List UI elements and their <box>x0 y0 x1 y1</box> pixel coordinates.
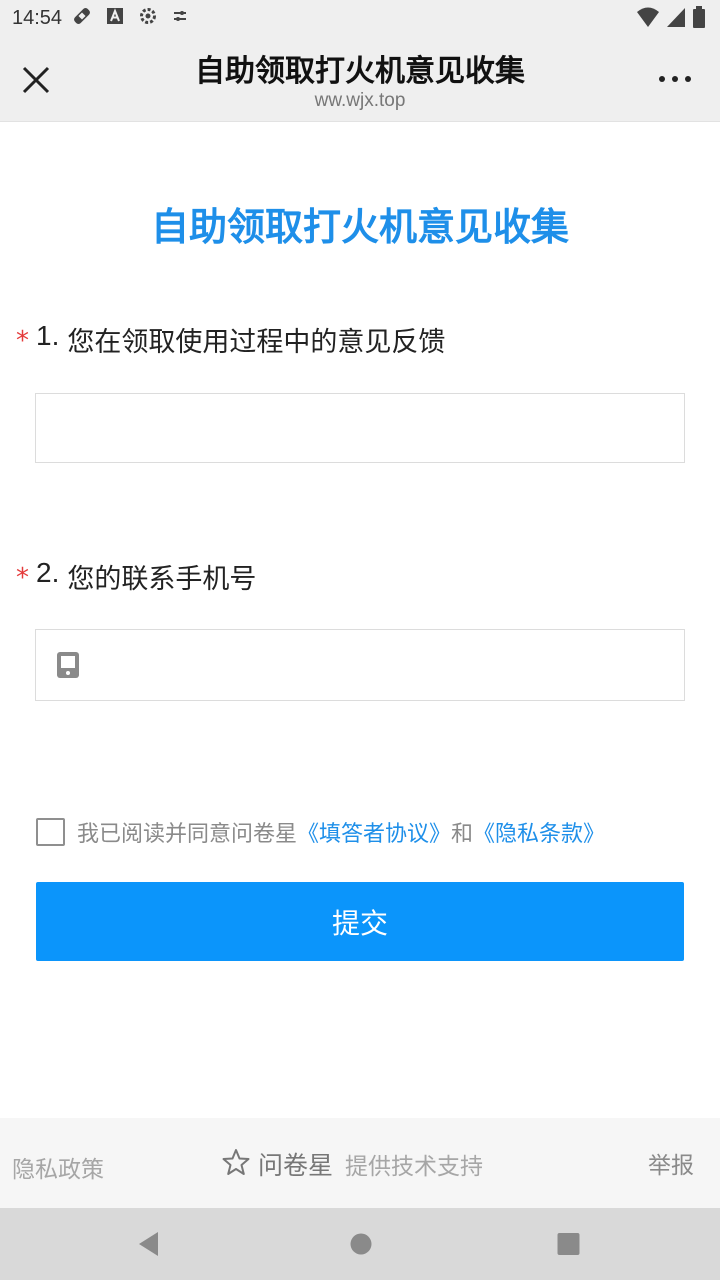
privacy-policy-link[interactable]: 隐私政策 <box>12 1150 104 1184</box>
signal-icon <box>666 6 686 32</box>
privacy-terms-link[interactable]: 《隐私条款》 <box>473 816 605 848</box>
agreement-prefix: 我已阅读并同意问卷星 <box>77 822 298 847</box>
question-text: 您在领取使用过程中的意见反馈 <box>67 327 446 358</box>
back-icon[interactable] <box>136 1230 162 1262</box>
required-mark: * <box>16 326 29 356</box>
question-text: 您的联系手机号 <box>67 564 257 595</box>
bandage-icon <box>72 6 92 30</box>
agreement-and: 和 <box>451 822 474 847</box>
question-number: 1. <box>36 320 60 351</box>
question-2: * 2. 您的联系手机号 <box>16 557 256 596</box>
submit-button[interactable]: 提交 <box>36 882 684 961</box>
question-1: * 1. 您在领取使用过程中的意见反馈 <box>16 320 445 359</box>
agreement-row: 我已阅读并同意问卷星 《填答者协议》 和 《隐私条款》 <box>36 816 605 848</box>
header-url: ww.wjx.top <box>314 90 406 111</box>
header: 自助领取打火机意见收集 ww.wjx.top <box>0 36 720 122</box>
footer: 隐私政策 问卷星 提供技术支持 举报 <box>0 1118 720 1208</box>
home-icon[interactable] <box>348 1230 374 1262</box>
font-icon <box>106 7 124 29</box>
brand-name: 问卷星 <box>258 1151 334 1180</box>
question-number: 2. <box>36 557 60 588</box>
report-link[interactable]: 举报 <box>648 1146 694 1180</box>
phone-input[interactable] <box>35 629 685 701</box>
phone-icon <box>56 651 80 683</box>
required-mark: * <box>16 563 29 593</box>
user-agreement-link[interactable]: 《填答者协议》 <box>297 816 451 848</box>
header-title: 自助领取打火机意见收集 <box>195 54 525 89</box>
settings-icon <box>138 6 158 30</box>
tech-support-text: 提供技术支持 <box>345 1154 484 1180</box>
agree-checkbox[interactable] <box>36 818 65 846</box>
wifi-icon <box>636 6 660 32</box>
recents-icon[interactable] <box>556 1230 582 1262</box>
navigation-bar <box>0 1208 720 1280</box>
feedback-input[interactable] <box>35 393 685 463</box>
more-icon <box>656 76 696 98</box>
status-time: 14:54 <box>12 6 63 29</box>
footer-brand[interactable]: 问卷星 提供技术支持 <box>222 1146 483 1182</box>
form-title: 自助领取打火机意见收集 <box>150 205 569 249</box>
star-icon <box>222 1148 250 1180</box>
battery-icon <box>692 6 706 32</box>
status-icons-left <box>72 6 188 30</box>
status-icons-right <box>636 6 706 32</box>
status-bar: 14:54 <box>0 0 720 36</box>
sliders-icon <box>172 8 188 28</box>
more-button[interactable] <box>656 64 696 94</box>
